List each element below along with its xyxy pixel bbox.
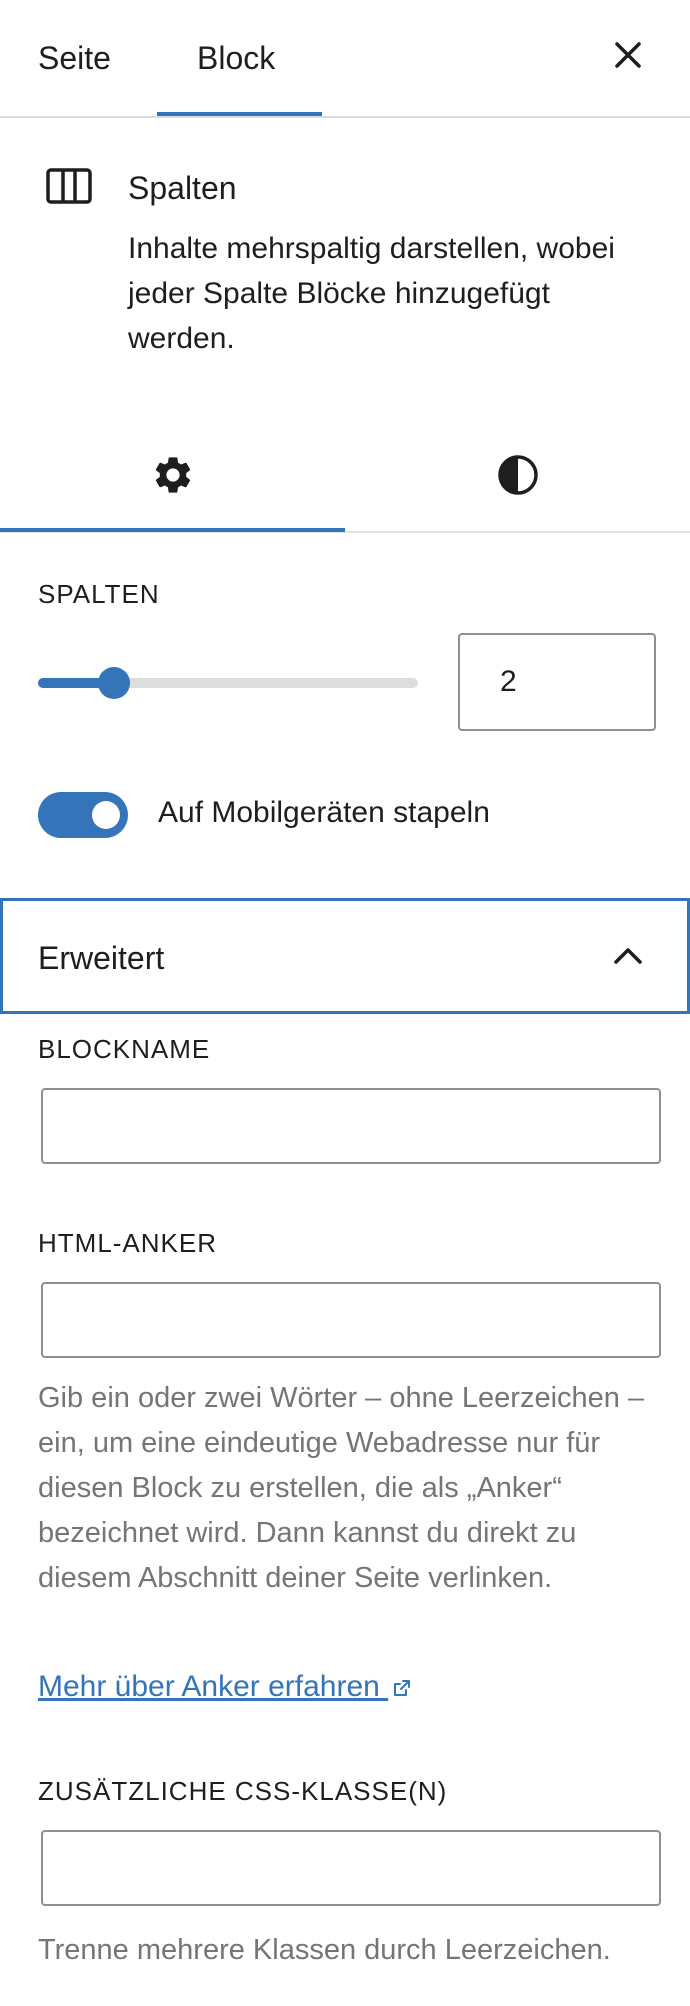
css-class-help: Trenne mehrere Klassen durch Leerzeichen… bbox=[38, 1934, 611, 1966]
blockname-label: Blockname bbox=[38, 1034, 211, 1064]
stack-on-mobile-label: Auf Mobilgeräten stapeln bbox=[158, 796, 490, 829]
columns-slider-thumb[interactable] bbox=[98, 667, 130, 699]
block-description: Inhalte mehrspaltig darstellen, wobei je… bbox=[128, 232, 615, 355]
tab-settings[interactable] bbox=[0, 420, 345, 530]
close-icon bbox=[615, 42, 641, 68]
active-subtab-indicator bbox=[0, 528, 345, 532]
html-anchor-help: Gib ein oder zwei Wörter – ohne Leerzeic… bbox=[38, 1382, 645, 1594]
gear-icon bbox=[155, 457, 190, 493]
tab-styles[interactable] bbox=[345, 420, 690, 530]
stack-on-mobile-toggle[interactable] bbox=[38, 792, 128, 838]
columns-number-input[interactable]: 2 bbox=[458, 633, 656, 731]
tab-block[interactable]: Block bbox=[197, 0, 275, 116]
html-anchor-label: HTML-Anker bbox=[38, 1228, 218, 1258]
toggle-knob bbox=[92, 801, 120, 829]
contrast-icon bbox=[497, 455, 538, 495]
css-class-label: Zusätzliche CSS-Klasse(n) bbox=[38, 1776, 448, 1806]
columns-icon bbox=[46, 168, 92, 204]
anchor-help-link[interactable]: Mehr über Anker erfahren bbox=[38, 1670, 412, 1704]
html-anchor-input[interactable] bbox=[41, 1282, 661, 1358]
close-button[interactable] bbox=[608, 35, 648, 75]
header-divider bbox=[0, 116, 690, 118]
css-class-input[interactable] bbox=[41, 1830, 661, 1906]
chevron-up-icon bbox=[608, 940, 648, 970]
external-link-icon bbox=[394, 1680, 411, 1696]
anchor-help-link-text: Mehr über Anker erfahren bbox=[38, 1670, 380, 1703]
block-title: Spalten bbox=[128, 170, 237, 206]
blockname-input[interactable] bbox=[41, 1088, 661, 1164]
tab-seite[interactable]: Seite bbox=[38, 0, 111, 116]
advanced-panel-title: Erweitert bbox=[38, 940, 165, 976]
columns-label: Spalten bbox=[38, 579, 160, 609]
